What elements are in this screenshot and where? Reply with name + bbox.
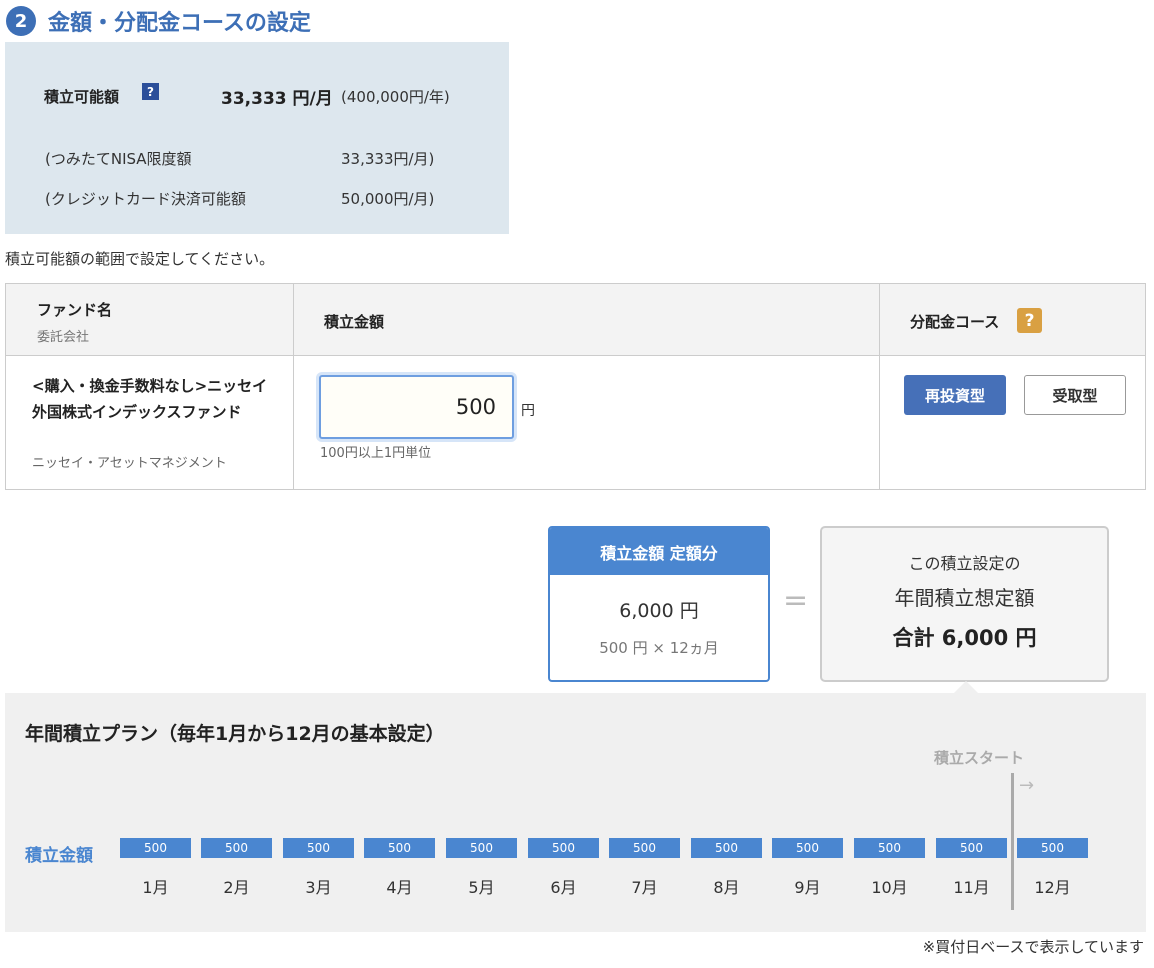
fixed-amount-card: 積立金額 定額分 6,000 円 500 円 × 12ヵ月	[548, 526, 770, 682]
month-amount-bar: 500	[120, 838, 191, 858]
plan-row-label: 積立金額	[25, 846, 93, 866]
instruction-text: 積立可能額の範囲で設定してください。	[5, 250, 275, 268]
equals-sign: =	[783, 583, 809, 618]
annual-plan-panel: 年間積立プラン（毎年1月から12月の基本設定） 積立スタート → 積立金額 50…	[5, 693, 1146, 932]
month-amount-bar: 500	[283, 838, 354, 858]
start-marker-line	[1011, 773, 1014, 910]
limit-monthly-value: 33,333 円/月	[221, 89, 333, 109]
card-limit-label: (クレジットカード決済可能額	[45, 190, 246, 208]
callout-pointer	[954, 681, 978, 693]
month-label: 9月	[794, 878, 821, 897]
fixed-amount-calc: 500 円 × 12ヵ月	[599, 639, 719, 657]
fixed-amount-value: 6,000 円	[619, 600, 699, 622]
month-amount-bar: 500	[772, 838, 843, 858]
month-amount-bar: 500	[936, 838, 1007, 858]
month-label: 12月	[1034, 878, 1071, 897]
month-label: 6月	[550, 878, 577, 897]
month-amount-bar: 500	[609, 838, 680, 858]
question-icon[interactable]: ?	[142, 83, 159, 100]
limit-label: 積立可能額	[44, 88, 120, 106]
reinvest-course-button[interactable]: 再投資型	[904, 375, 1006, 415]
start-label: 積立スタート	[934, 749, 1025, 767]
month-amount-bar: 500	[1017, 838, 1088, 858]
month-amount-bar: 500	[854, 838, 925, 858]
month-amount-bar: 500	[364, 838, 435, 858]
section-title: 金額・分配金コースの設定	[48, 11, 311, 36]
month-label: 8月	[713, 878, 740, 897]
fixed-amount-title: 積立金額 定額分	[550, 528, 768, 575]
total-caption: この積立設定の	[908, 554, 1021, 573]
nisa-limit-value: 33,333円/月)	[341, 150, 435, 168]
fund-name: <購入・換金手数料なし>ニッセイ 外国株式インデックスファンド	[32, 377, 268, 421]
month-amount-bar: 500	[528, 838, 599, 858]
amount-note: 100円以上1円単位	[320, 446, 432, 461]
table-header: ファンド名 委託会社 積立金額 分配金コース ?	[6, 284, 1145, 356]
card-limit-value: 50,000円/月)	[341, 190, 435, 208]
receive-course-button[interactable]: 受取型	[1024, 375, 1126, 415]
amount-input[interactable]	[319, 375, 514, 439]
month-amount-bar: 500	[446, 838, 517, 858]
column-divider	[879, 284, 880, 489]
column-divider	[293, 284, 294, 489]
total-amount: 合計 6,000 円	[892, 626, 1037, 650]
month-label: 11月	[953, 878, 990, 897]
header-company: 委託会社	[37, 330, 90, 345]
nisa-limit-label: (つみたてNISA限度額	[45, 150, 192, 168]
fund-table: ファンド名 委託会社 積立金額 分配金コース ? <購入・換金手数料なし>ニッセ…	[5, 283, 1146, 490]
limit-yearly-value: (400,000円/年)	[341, 88, 450, 106]
plan-title: 年間積立プラン（毎年1月から12月の基本設定）	[25, 723, 445, 745]
section-heading: 2 金額・分配金コースの設定	[6, 4, 311, 38]
total-title: 年間積立想定額	[894, 586, 1035, 610]
month-amount-bar: 500	[201, 838, 272, 858]
month-label: 2月	[223, 878, 250, 897]
month-label: 5月	[468, 878, 495, 897]
header-amount: 積立金額	[324, 313, 385, 331]
month-label: 3月	[305, 878, 332, 897]
fund-company: ニッセイ・アセットマネジメント	[32, 456, 227, 471]
month-label: 7月	[631, 878, 658, 897]
month-amount-bar: 500	[691, 838, 762, 858]
footnote: ※買付日ベースで表示しています	[922, 938, 1144, 956]
step-number-badge: 2	[6, 6, 36, 36]
course-help-icon[interactable]: ?	[1017, 308, 1042, 333]
annual-total-card: この積立設定の 年間積立想定額 合計 6,000 円	[820, 526, 1109, 682]
header-fund-name: ファンド名	[37, 301, 113, 319]
month-label: 4月	[386, 878, 413, 897]
arrow-right-icon: →	[1019, 775, 1035, 796]
amount-unit: 円	[521, 403, 535, 419]
month-label: 1月	[142, 878, 169, 897]
month-label: 10月	[871, 878, 908, 897]
header-course: 分配金コース	[910, 313, 1000, 331]
contribution-limit-panel: 積立可能額 ? 33,333 円/月 (400,000円/年) (つみたてNIS…	[5, 42, 509, 234]
